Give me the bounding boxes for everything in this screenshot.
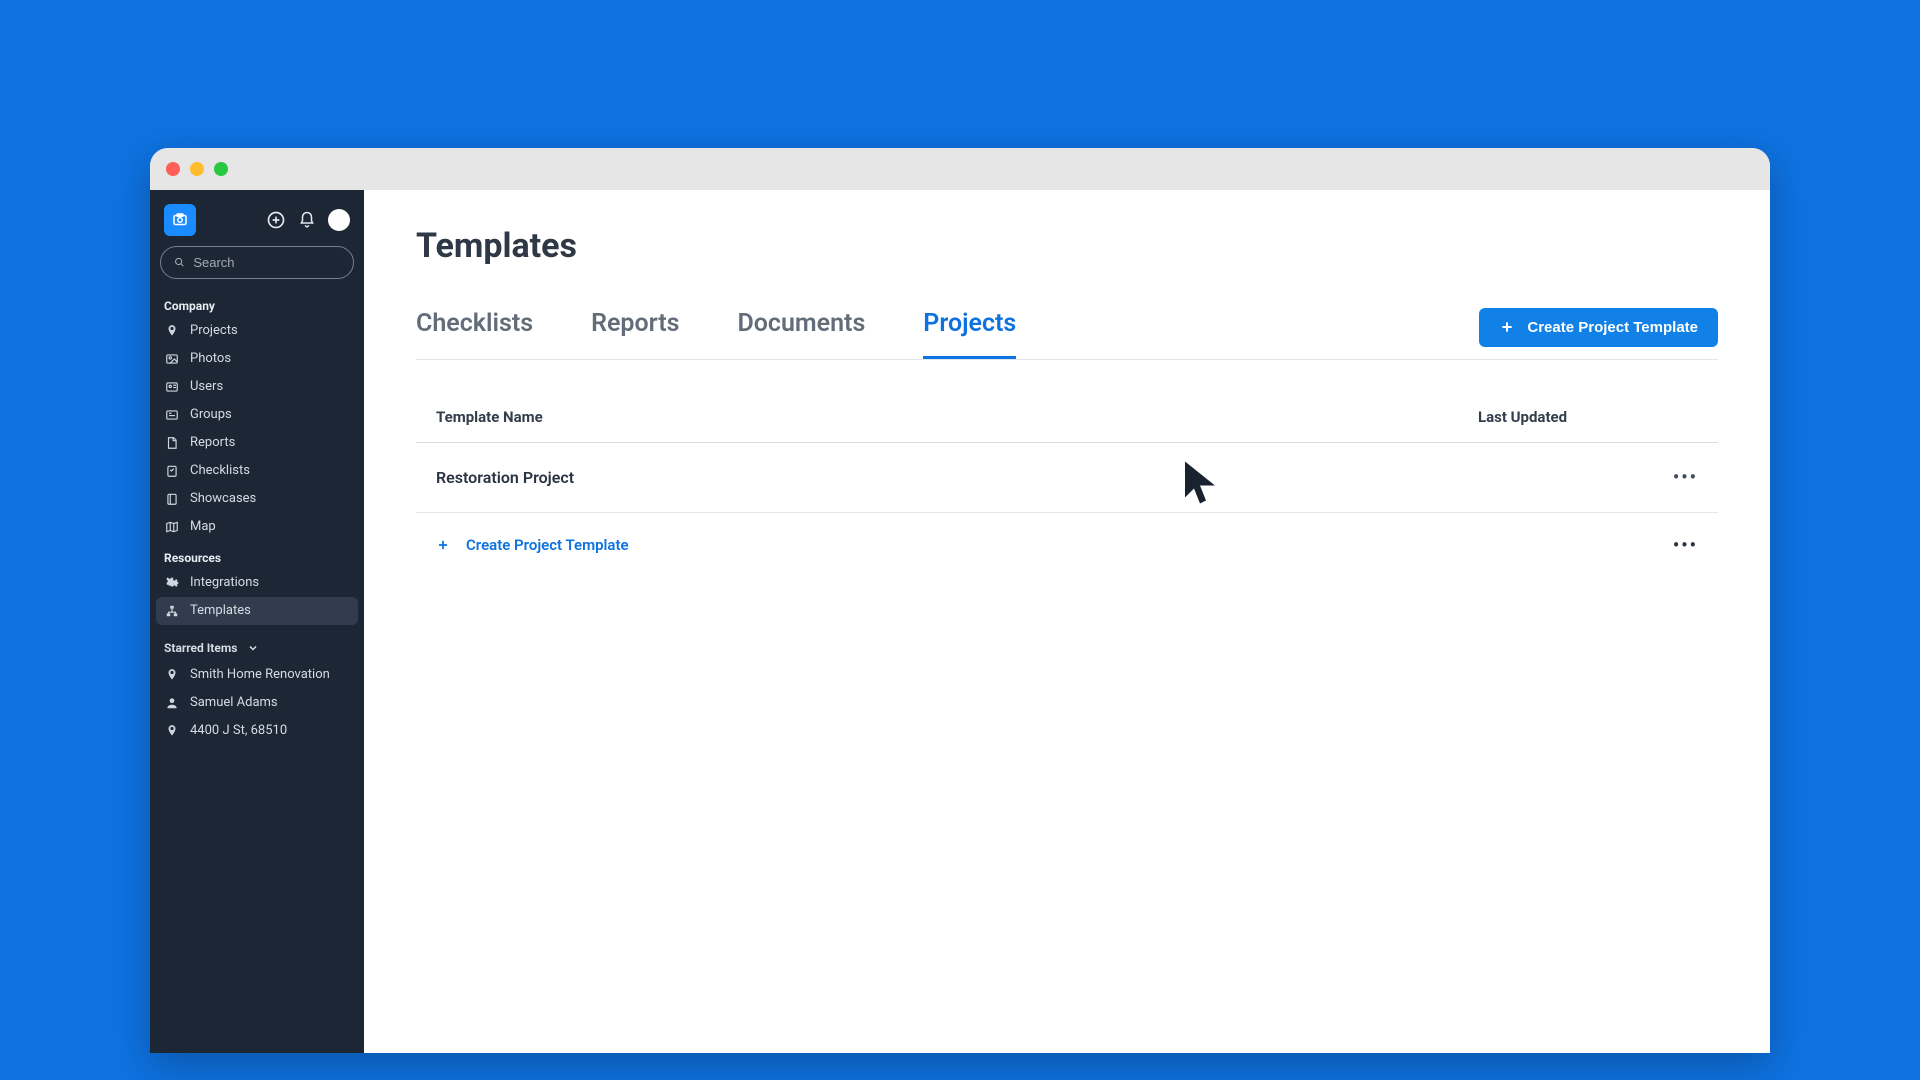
app-body: Company Projects Photos Users Groups Rep…	[150, 190, 1770, 1053]
template-name: Restoration Project	[436, 468, 1429, 487]
tabs-row: Checklists Reports Documents Projects Cr…	[416, 308, 1718, 360]
person-icon	[164, 695, 180, 711]
add-template-row[interactable]: Create Project Template •••	[416, 513, 1718, 578]
pin-icon	[164, 323, 180, 339]
sidebar-item-reports[interactable]: Reports	[156, 429, 358, 457]
plus-icon	[436, 538, 450, 552]
sidebar-item-label: Showcases	[190, 491, 256, 506]
plus-icon	[1499, 319, 1515, 335]
sidebar-item-label: Reports	[190, 435, 235, 450]
table-header: Template Name Last Updated	[416, 408, 1718, 443]
sidebar-item-templates[interactable]: Templates	[156, 597, 358, 625]
pin-icon	[164, 723, 180, 739]
sidebar-header	[150, 190, 364, 246]
sidebar-section-label: Starred Items	[164, 641, 237, 655]
sidebar-item-groups[interactable]: Groups	[156, 401, 358, 429]
sidebar-item-label: Templates	[190, 603, 251, 618]
image-icon	[164, 351, 180, 367]
column-updated: Last Updated	[1478, 408, 1698, 426]
starred-item-label: 4400 J St, 68510	[190, 723, 287, 738]
sidebar-section-company: Company	[150, 291, 364, 315]
tab-projects[interactable]: Projects	[923, 309, 1016, 359]
sidebar-item-label: Integrations	[190, 575, 259, 590]
window-titlebar	[150, 148, 1770, 190]
puzzle-icon	[164, 575, 180, 591]
table-row[interactable]: Restoration Project •••	[416, 443, 1718, 513]
group-icon	[164, 407, 180, 423]
sidebar-item-checklists[interactable]: Checklists	[156, 457, 358, 485]
sidebar-item-label: Checklists	[190, 463, 250, 478]
sidebar-item-label: Users	[190, 379, 223, 394]
sidebar-section-resources: Resources	[150, 543, 364, 567]
close-icon[interactable]	[166, 162, 180, 176]
pin-icon	[164, 667, 180, 683]
sidebar-item-label: Projects	[190, 323, 238, 338]
app-window: Company Projects Photos Users Groups Rep…	[150, 148, 1770, 1053]
tab-checklists[interactable]: Checklists	[416, 309, 533, 359]
sidebar-item-map[interactable]: Map	[156, 513, 358, 541]
tab-documents[interactable]: Documents	[737, 309, 865, 359]
book-icon	[164, 491, 180, 507]
sidebar-item-integrations[interactable]: Integrations	[156, 569, 358, 597]
maximize-icon[interactable]	[214, 162, 228, 176]
map-icon	[164, 519, 180, 535]
user-card-icon	[164, 379, 180, 395]
sidebar-item-label: Groups	[190, 407, 232, 422]
column-name: Template Name	[436, 408, 1478, 426]
templates-table: Template Name Last Updated Restoration P…	[416, 408, 1718, 578]
starred-item[interactable]: Smith Home Renovation	[156, 661, 358, 689]
search-input[interactable]	[160, 246, 354, 279]
sidebar-item-projects[interactable]: Projects	[156, 317, 358, 345]
starred-item-label: Samuel Adams	[190, 695, 278, 710]
minimize-icon[interactable]	[190, 162, 204, 176]
sidebar-item-label: Map	[190, 519, 216, 534]
more-icon[interactable]: •••	[1673, 467, 1698, 488]
more-icon[interactable]: •••	[1673, 535, 1698, 556]
avatar[interactable]	[328, 209, 350, 231]
button-label: Create Project Template	[1527, 319, 1698, 336]
sidebar-section-starred[interactable]: Starred Items	[150, 627, 364, 659]
sidebar-item-showcases[interactable]: Showcases	[156, 485, 358, 513]
bell-icon[interactable]	[298, 211, 316, 229]
sitemap-icon	[164, 603, 180, 619]
search-icon	[173, 255, 185, 269]
sidebar-item-photos[interactable]: Photos	[156, 345, 358, 373]
tab-reports[interactable]: Reports	[591, 309, 679, 359]
window-controls	[166, 162, 228, 176]
sidebar: Company Projects Photos Users Groups Rep…	[150, 190, 364, 1053]
starred-item[interactable]: Samuel Adams	[156, 689, 358, 717]
starred-item-label: Smith Home Renovation	[190, 667, 330, 682]
add-icon[interactable]	[266, 210, 286, 230]
create-project-template-button[interactable]: Create Project Template	[1479, 308, 1718, 347]
app-logo[interactable]	[164, 204, 196, 236]
chevron-down-icon	[247, 642, 259, 654]
sidebar-item-label: Photos	[190, 351, 231, 366]
file-icon	[164, 435, 180, 451]
sidebar-item-users[interactable]: Users	[156, 373, 358, 401]
add-row-label: Create Project Template	[466, 536, 629, 554]
main-content: Templates Checklists Reports Documents P…	[364, 190, 1770, 1053]
page-title: Templates	[416, 226, 1718, 266]
checklist-icon	[164, 463, 180, 479]
starred-item[interactable]: 4400 J St, 68510	[156, 717, 358, 745]
